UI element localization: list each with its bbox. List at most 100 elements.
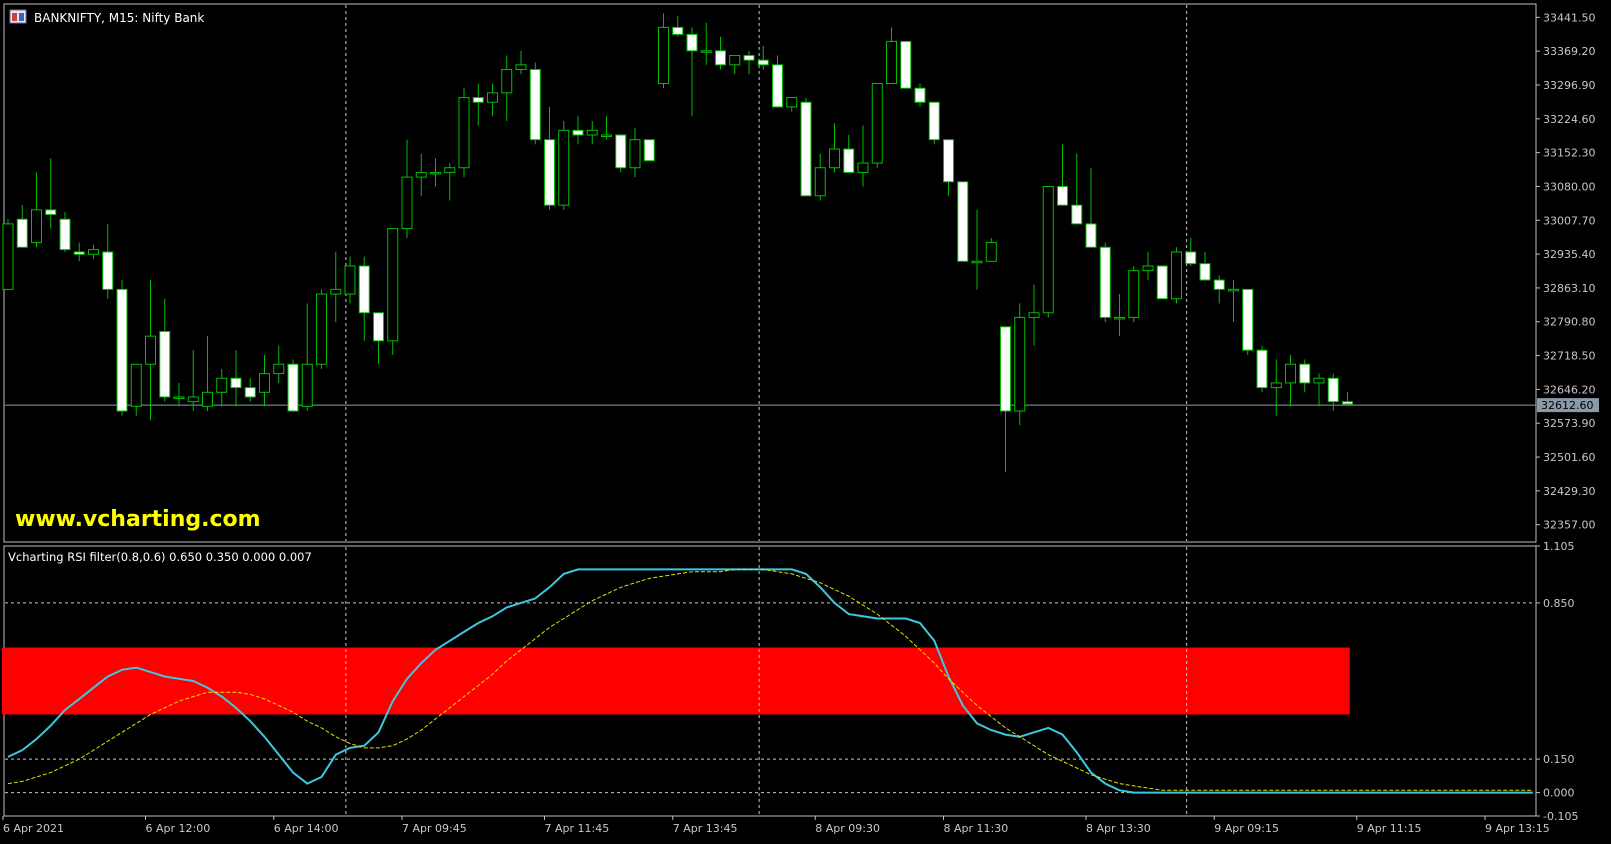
candle-body-7 xyxy=(102,251,114,290)
price-tick-label-6: 33007.70 xyxy=(1543,214,1596,227)
chart-title: BANKNIFTY, M15: Nifty Bank xyxy=(34,11,204,25)
candle-body-36 xyxy=(515,64,527,70)
candle-body-60 xyxy=(857,162,869,173)
candle-body-89 xyxy=(1270,382,1282,389)
candle-body-86 xyxy=(1228,288,1239,292)
price-tick-label-7: 32935.40 xyxy=(1543,248,1596,261)
candle-body-13 xyxy=(187,396,199,403)
candle-body-75 xyxy=(1071,204,1083,225)
candle-body-74 xyxy=(1057,185,1068,206)
price-tick-label-15: 32357.00 xyxy=(1543,519,1596,532)
price-tick-label-12: 32573.90 xyxy=(1543,417,1596,430)
candle-body-59 xyxy=(843,148,855,173)
candle-body-57 xyxy=(814,167,826,197)
price-tick-label-13: 32501.60 xyxy=(1543,451,1596,464)
price-tick-label-14: 32429.30 xyxy=(1543,485,1596,498)
candle-body-25 xyxy=(358,265,370,314)
price-tick-label-3: 33224.60 xyxy=(1543,113,1596,126)
chart-window: 33441.50 33369.20 33296.90 33224.60 33152.30… xyxy=(0,0,1611,840)
candle-body-29 xyxy=(415,171,427,178)
candle-body-46 xyxy=(658,26,669,85)
time-tick-label-6: 8 Apr 09:30 xyxy=(815,822,880,835)
candle-body-83 xyxy=(1185,251,1197,265)
candle-body-45 xyxy=(643,139,655,162)
price-tick-label-0: 33441.50 xyxy=(1543,11,1596,24)
candle-body-3 xyxy=(45,209,57,216)
chart-canvas: 33441.50 33369.20 33296.90 33224.60 33152.30… xyxy=(0,0,1611,840)
candle-body-12 xyxy=(173,396,185,399)
candle-body-10 xyxy=(145,335,156,365)
candle-body-23 xyxy=(330,288,342,295)
candle-body-35 xyxy=(501,68,513,94)
candle-body-78 xyxy=(1114,316,1125,320)
chart-icon xyxy=(9,9,27,24)
time-tick-label-1: 6 Apr 12:00 xyxy=(146,822,211,835)
indicator-tick-label-2: 0.150 xyxy=(1543,753,1575,766)
time-tick-label-8: 8 Apr 13:30 xyxy=(1086,822,1151,835)
time-tick-label-0: 6 Apr 2021 xyxy=(3,822,64,835)
candle-body-19 xyxy=(273,363,285,375)
rsi-filter-band xyxy=(2,647,1350,715)
candle-body-22 xyxy=(316,293,327,365)
candle-body-37 xyxy=(529,68,541,141)
candle-body-27 xyxy=(387,228,399,342)
candle-body-80 xyxy=(1142,265,1154,272)
candle-body-41 xyxy=(586,129,598,136)
candle-body-5 xyxy=(73,251,85,255)
candle-body-73 xyxy=(1042,185,1054,314)
candle-body-33 xyxy=(472,97,484,103)
candle-body-14 xyxy=(202,391,213,407)
candle-body-87 xyxy=(1242,288,1254,351)
time-tick-label-2: 6 Apr 14:00 xyxy=(274,822,339,835)
candle-body-21 xyxy=(301,363,313,407)
candle-body-4 xyxy=(59,218,71,251)
candle-body-11 xyxy=(159,330,171,398)
candle-body-47 xyxy=(672,26,684,35)
candle-body-71 xyxy=(1014,316,1026,412)
candle-body-64 xyxy=(914,87,926,103)
candle-body-39 xyxy=(558,129,570,206)
watermark: www.vcharting.com xyxy=(15,507,261,532)
candle-body-30 xyxy=(430,171,441,175)
candle-body-38 xyxy=(544,139,555,206)
candle-body-88 xyxy=(1256,349,1268,389)
candle-body-43 xyxy=(615,134,627,169)
time-tick-label-7: 8 Apr 11:30 xyxy=(944,822,1009,835)
candle-body-16 xyxy=(230,377,242,389)
candle-body-6 xyxy=(88,249,99,255)
candle-body-70 xyxy=(1000,326,1011,412)
candle-body-82 xyxy=(1171,251,1182,300)
candle-body-79 xyxy=(1128,270,1140,318)
candle-body-93 xyxy=(1327,377,1339,403)
candle-body-85 xyxy=(1213,279,1225,290)
time-tick-label-10: 9 Apr 11:15 xyxy=(1357,822,1422,835)
candle-body-28 xyxy=(401,176,413,230)
candle-body-49 xyxy=(700,50,712,53)
candle-body-56 xyxy=(800,101,812,197)
time-tick-label-5: 7 Apr 13:45 xyxy=(673,822,738,835)
time-tick-label-9: 9 Apr 09:15 xyxy=(1214,822,1279,835)
candle-body-2 xyxy=(31,209,42,244)
candle-body-91 xyxy=(1299,363,1311,384)
candle-body-66 xyxy=(943,139,954,183)
candle-body-77 xyxy=(1099,246,1111,318)
candle-body-34 xyxy=(487,92,498,103)
candle-body-92 xyxy=(1313,377,1325,384)
indicator-tick-label-3: 0.000 xyxy=(1543,787,1575,800)
price-tick-label-1: 33369.20 xyxy=(1543,45,1596,58)
candle-body-17 xyxy=(244,387,256,398)
candle-body-55 xyxy=(786,97,798,108)
indicator-label: Vcharting RSI filter(0.8,0.6) 0.650 0.35… xyxy=(8,550,312,564)
candle-body-58 xyxy=(829,148,840,169)
candle-body-44 xyxy=(629,139,641,169)
candle-body-51 xyxy=(729,54,741,66)
time-tick-label-4: 7 Apr 11:45 xyxy=(545,822,610,835)
candle-body-1 xyxy=(16,218,28,248)
candle-body-53 xyxy=(757,59,769,66)
candle-body-63 xyxy=(900,40,912,89)
candle-body-42 xyxy=(601,134,612,137)
price-tick-label-4: 33152.30 xyxy=(1543,147,1596,160)
candle-body-40 xyxy=(572,129,584,136)
candle-body-50 xyxy=(715,50,726,66)
price-tick-label-11: 32646.20 xyxy=(1543,383,1596,396)
